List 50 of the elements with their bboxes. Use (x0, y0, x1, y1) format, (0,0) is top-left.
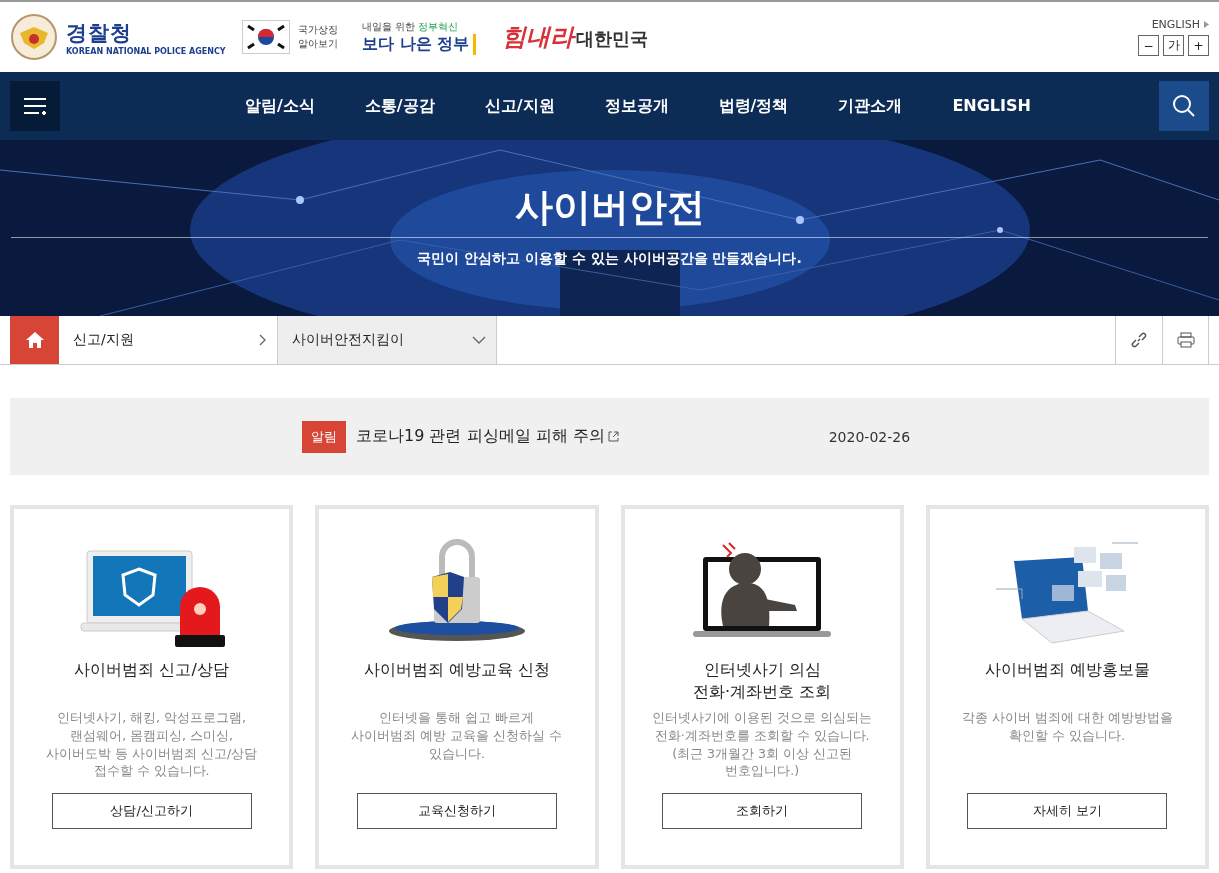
card-button[interactable]: 자세히 보기 (967, 793, 1168, 829)
home-icon (24, 331, 45, 349)
card-button[interactable]: 교육신청하기 (356, 793, 557, 829)
campaign-slogan: 힘내라대한민국 (502, 21, 649, 53)
notice-date: 2020-02-26 (828, 428, 911, 445)
nav-item[interactable]: ENGLISH (927, 95, 1056, 117)
card-title: 사이버범죄 예방홍보물 (984, 659, 1150, 681)
nav-item[interactable]: 알림/소식 (220, 95, 340, 117)
page-subtitle: 국민이 안심하고 이용할 수 있는 사이버공간을 만들겠습니다. (417, 250, 802, 268)
nav-item[interactable]: 신고/지원 (459, 95, 580, 117)
font-size-button[interactable]: + (1188, 35, 1209, 56)
gov-slogan: 보다 나은 정부 (362, 33, 477, 55)
printer-icon (1176, 332, 1195, 348)
triangle-right-icon (1204, 21, 1209, 28)
chevron-down-icon (472, 336, 486, 344)
nav-item[interactable]: 법령/정책 (693, 95, 814, 117)
police-emblem-icon (10, 13, 58, 61)
card-button[interactable]: 조회하기 (662, 793, 863, 829)
nav-item[interactable]: 기관소개 (813, 95, 928, 117)
card-button[interactable]: 상담/신고하기 (51, 793, 252, 829)
card-description: 인터넷을 통해 쉽고 빠르게 사이버범죄 예방 교육을 신청하실 수 있습니다. (351, 709, 563, 763)
card-title: 사이버범죄 예방교육 신청 (363, 659, 550, 681)
gov-tagline: 내일을 위한 정부혁신 (362, 19, 460, 34)
search-button[interactable] (1159, 81, 1209, 131)
english-link[interactable]: ENGLISH (1151, 18, 1209, 31)
chevron-right-icon (259, 334, 267, 346)
search-icon (1172, 94, 1196, 118)
home-button[interactable] (10, 316, 59, 364)
menu-icon (23, 97, 47, 115)
national-symbol-link[interactable]: 국가상징 알아보기 (298, 23, 338, 51)
menu-button[interactable] (10, 81, 60, 131)
flag-icon (242, 20, 290, 54)
logo-name: 경찰청 (66, 19, 133, 47)
nav-item[interactable]: 정보공개 (579, 95, 694, 117)
nav-item[interactable]: 소통/공감 (339, 95, 460, 117)
font-size-button[interactable]: 가 (1163, 35, 1184, 56)
logo-subtitle: KOREAN NATIONAL POLICE AGENCY (66, 46, 226, 56)
notice-badge: 알림 (302, 420, 346, 453)
breadcrumb-item[interactable]: 사이버안전지킴이 (278, 316, 497, 364)
card-title: 인터넷사기 의심 전화·계좌번호 조회 (693, 659, 832, 703)
notice-link[interactable]: 코로나19 관련 피싱메일 피해 주의 (356, 426, 619, 447)
card-description: 인터넷사기, 해킹, 악성프로그램, 랜섬웨어, 몸캠피싱, 스미싱, 사이버도박 등 사이버범죄 신고/상담 접수할 수 있습니다. (46, 709, 258, 781)
font-size-button[interactable]: − (1138, 35, 1159, 56)
link-icon (1131, 332, 1147, 348)
page-title: 사이버안전 (514, 184, 705, 231)
print-button[interactable] (1162, 316, 1209, 364)
card-description: 각종 사이버 범죄에 대한 예방방법을 확인할 수 있습니다. (961, 709, 1173, 745)
card-title: 사이버범죄 신고/상담 (74, 659, 229, 681)
external-link-icon (607, 431, 619, 442)
card-description: 인터넷사기에 이용된 것으로 의심되는 전화·계좌번호를 조회할 수 있습니다. (최근 3개월간 3회 이상 신고된 번호입니다.) (652, 709, 873, 781)
